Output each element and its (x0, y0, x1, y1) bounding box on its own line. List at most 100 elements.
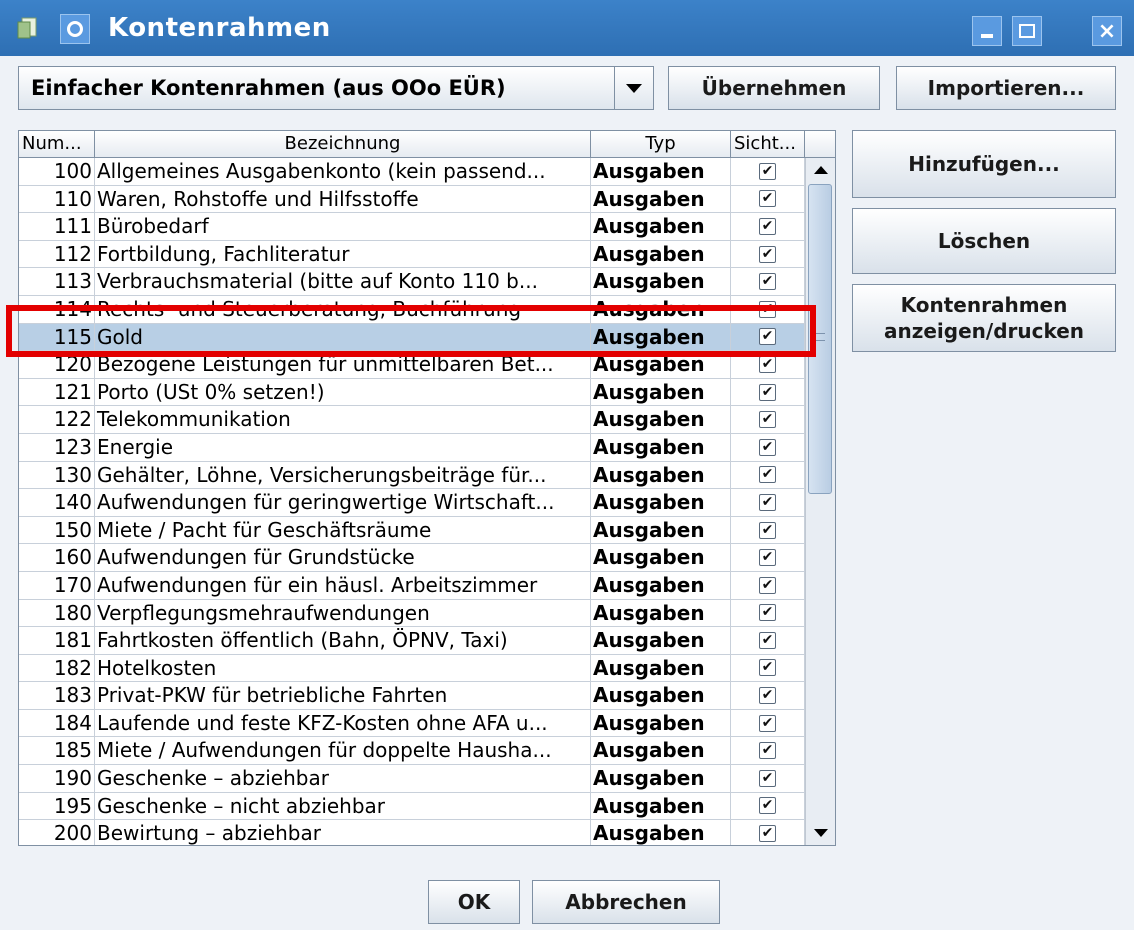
sichtbar-checkbox[interactable]: ✔ (759, 328, 776, 346)
konto-typ: Ausgaben (591, 158, 731, 185)
window-menu-icon[interactable] (60, 14, 90, 44)
konto-sichtbar-cell: ✔ (731, 516, 805, 544)
konto-sichtbar-cell: ✔ (731, 682, 805, 709)
table-row[interactable]: 170 Aufwendungen für ein häusl. Arbeitszi… (19, 571, 805, 600)
sichtbar-checkbox[interactable]: ✔ (759, 355, 776, 373)
sichtbar-checkbox[interactable]: ✔ (759, 742, 776, 760)
konto-typ: Ausgaben (591, 323, 731, 351)
konto-sichtbar-cell: ✔ (731, 820, 805, 845)
ok-button[interactable]: OK (428, 880, 520, 924)
sichtbar-checkbox[interactable]: ✔ (759, 466, 776, 484)
loeschen-button[interactable]: Löschen (852, 208, 1116, 274)
sichtbar-checkbox[interactable]: ✔ (759, 245, 776, 263)
sichtbar-checkbox[interactable]: ✔ (759, 687, 776, 705)
table-row[interactable]: 160 Aufwendungen für Grundstücke Ausgaben ✔ (19, 544, 805, 572)
table-row[interactable]: 185 Miete / Aufwendungen für doppelte Hau… (19, 737, 805, 766)
konto-typ: Ausgaben (591, 682, 731, 709)
column-header-num[interactable]: Num... (19, 131, 95, 157)
konto-sichtbar-cell: ✔ (731, 433, 805, 461)
table-row[interactable]: 123 Energie Ausgaben ✔ (19, 433, 805, 462)
sichtbar-checkbox[interactable]: ✔ (759, 631, 776, 649)
konto-typ: Ausgaben (591, 185, 731, 213)
sichtbar-checkbox[interactable]: ✔ (759, 190, 776, 208)
table-row[interactable]: 112 Fortbildung, Fachliteratur Ausgaben ✔ (19, 240, 805, 269)
konto-bezeichnung: Telekommunikation (95, 406, 591, 433)
konto-sichtbar-cell: ✔ (731, 378, 805, 406)
kontenrahmen-anzeigen-button[interactable]: Kontenrahmen anzeigen/drucken (852, 284, 1116, 352)
konto-typ: Ausgaben (591, 792, 731, 820)
sichtbar-checkbox[interactable]: ✔ (759, 659, 776, 677)
konto-typ: Ausgaben (591, 709, 731, 737)
sichtbar-checkbox[interactable]: ✔ (759, 217, 776, 235)
app-icon (17, 17, 37, 39)
sichtbar-checkbox[interactable]: ✔ (759, 162, 776, 180)
sichtbar-checkbox[interactable]: ✔ (759, 521, 776, 539)
table-row[interactable]: 180 Verpflegungsmehraufwendungen Ausgaben ✔ (19, 599, 805, 628)
table-row[interactable]: 195 Geschenke – nicht abziehbar Ausgaben ✔ (19, 792, 805, 821)
table-row[interactable]: 120 Bezogene Leistungen für unmittelbaren… (19, 351, 805, 379)
konto-sichtbar-cell: ✔ (731, 571, 805, 599)
konto-bezeichnung: Aufwendungen für geringwertige Wirtschaf… (95, 489, 591, 516)
sichtbar-checkbox[interactable]: ✔ (759, 604, 776, 622)
close-button[interactable]: × (1092, 16, 1122, 46)
hinzufuegen-button[interactable]: Hinzufügen... (852, 130, 1116, 198)
konto-typ: Ausgaben (591, 737, 731, 765)
table-row[interactable]: 113 Verbrauchsmaterial (bitte auf Konto 1… (19, 268, 805, 296)
chevron-down-icon[interactable] (614, 67, 653, 109)
sichtbar-checkbox[interactable]: ✔ (759, 714, 776, 732)
column-header-typ[interactable]: Typ (591, 131, 731, 157)
konto-typ: Ausgaben (591, 378, 731, 406)
table-row[interactable]: 140 Aufwendungen für geringwertige Wirtsc… (19, 489, 805, 517)
table-row[interactable]: 115 Gold Ausgaben ✔ (19, 323, 805, 352)
sichtbar-checkbox[interactable]: ✔ (759, 300, 776, 318)
konto-bezeichnung: Geschenke – abziehbar (95, 765, 591, 792)
column-header-sichtbar[interactable]: Sicht... (731, 131, 805, 157)
sichtbar-checkbox[interactable]: ✔ (759, 549, 776, 567)
table-row[interactable]: 130 Gehälter, Löhne, Versicherungsbeiträg… (19, 461, 805, 490)
table-row[interactable]: 110 Waren, Rohstoffe und Hilfsstoffe Ausga… (19, 185, 805, 214)
kontenrahmen-select[interactable]: Einfacher Kontenrahmen (aus OOo EÜR) (18, 66, 654, 110)
abbrechen-button[interactable]: Abbrechen (532, 880, 720, 924)
table-row[interactable]: 121 Porto (USt 0% setzen!) Ausgaben ✔ (19, 378, 805, 407)
table-row[interactable]: 184 Laufende und feste KFZ-Kosten ohne AF… (19, 709, 805, 738)
sichtbar-checkbox[interactable]: ✔ (759, 273, 776, 291)
minimize-button[interactable] (972, 16, 1002, 46)
konto-nummer: 160 (19, 544, 95, 571)
column-header-bezeichnung[interactable]: Bezeichnung (95, 131, 591, 157)
table-row[interactable]: 150 Miete / Pacht für Geschäftsräume Ausga… (19, 516, 805, 545)
konto-typ: Ausgaben (591, 240, 731, 268)
maximize-button[interactable] (1012, 16, 1042, 46)
konto-sichtbar-cell: ✔ (731, 792, 805, 820)
table-header: Num... Bezeichnung Typ Sicht... (19, 131, 805, 158)
konto-typ: Ausgaben (591, 571, 731, 599)
konto-sichtbar-cell: ✔ (731, 240, 805, 268)
table-row[interactable]: 181 Fahrtkosten öffentlich (Bahn, ÖPNV, T… (19, 627, 805, 655)
table-scrollbar[interactable] (805, 158, 835, 845)
sichtbar-checkbox[interactable]: ✔ (759, 383, 776, 401)
table-row[interactable]: 182 Hotelkosten Ausgaben ✔ (19, 654, 805, 683)
sichtbar-checkbox[interactable]: ✔ (759, 411, 776, 429)
importieren-button[interactable]: Importieren... (896, 66, 1116, 110)
table-row[interactable]: 190 Geschenke – abziehbar Ausgaben ✔ (19, 765, 805, 793)
konto-typ: Ausgaben (591, 461, 731, 489)
konto-nummer: 140 (19, 489, 95, 516)
sichtbar-checkbox[interactable]: ✔ (759, 797, 776, 815)
sichtbar-checkbox[interactable]: ✔ (759, 438, 776, 456)
table-row[interactable]: 100 Allgemeines Ausgabenkonto (kein passe… (19, 158, 805, 186)
sichtbar-checkbox[interactable]: ✔ (759, 493, 776, 511)
uebernehmen-button[interactable]: Übernehmen (668, 66, 880, 110)
table-row[interactable]: 111 Bürobedarf Ausgaben ✔ (19, 213, 805, 241)
sichtbar-checkbox[interactable]: ✔ (759, 769, 776, 787)
table-row[interactable]: 183 Privat-PKW für betriebliche Fahrten Au… (19, 682, 805, 710)
table-row[interactable]: 200 Bewirtung – abziehbar Ausgaben ✔ (19, 820, 805, 845)
table-row[interactable]: 122 Telekommunikation Ausgaben ✔ (19, 406, 805, 434)
konto-nummer: 184 (19, 709, 95, 737)
konto-bezeichnung: Aufwendungen für ein häusl. Arbeitszimme… (95, 571, 591, 599)
scrollbar-thumb[interactable] (808, 184, 832, 494)
sichtbar-checkbox[interactable]: ✔ (759, 576, 776, 594)
table-row[interactable]: 114 Rechts- und Steuerberatung, Buchführu… (19, 295, 805, 324)
scroll-up-icon[interactable] (806, 158, 835, 182)
scroll-down-icon[interactable] (806, 821, 835, 845)
konto-sichtbar-cell: ✔ (731, 213, 805, 240)
sichtbar-checkbox[interactable]: ✔ (759, 825, 776, 843)
